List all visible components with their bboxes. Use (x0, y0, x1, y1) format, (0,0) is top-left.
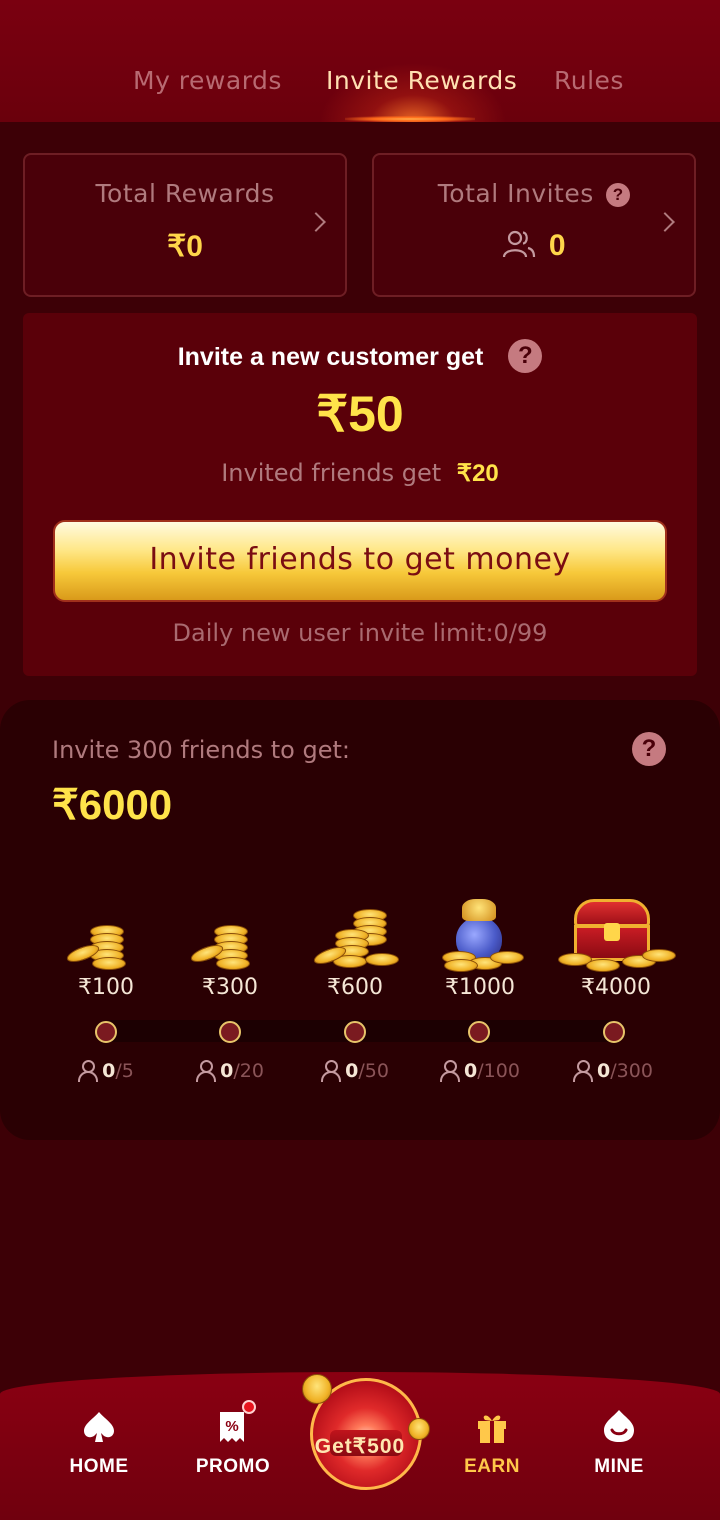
invite-title: Invite a new customer get (177, 343, 484, 371)
total-rewards-card[interactable]: Total Rewards ₹0 (23, 153, 347, 297)
money-bag-icon (420, 895, 540, 975)
invite-amount: ₹50 (316, 386, 404, 442)
person-icon (196, 1060, 217, 1082)
milestone-dot (603, 1021, 625, 1043)
milestones-title: Invite 300 friends to get: (52, 736, 350, 764)
milestone-count: 0/100 (420, 1060, 540, 1082)
nav-earn-label: EARN (464, 1456, 520, 1477)
coin-icon (302, 1374, 332, 1404)
daily-limit-text: Daily new user invite limit:0/99 (172, 619, 548, 647)
milestone-dot (219, 1021, 241, 1043)
person-icon (78, 1060, 99, 1082)
person-icon (440, 1060, 461, 1082)
milestone-reward: ₹300 (170, 895, 290, 1000)
friend-reward-amount: ₹20 (456, 460, 499, 487)
milestones-total: ₹6000 (52, 781, 173, 828)
milestone-reward: ₹1000 (420, 895, 540, 1000)
milestone-reward-value: ₹100 (78, 975, 134, 1000)
person-icon (321, 1060, 342, 1082)
total-rewards-label: Total Rewards (95, 179, 275, 208)
nav-mine-label: MINE (594, 1456, 644, 1477)
milestone-reward-value: ₹600 (327, 975, 383, 1000)
coin-pile-icon (295, 895, 415, 975)
friend-reward-row: Invited friends get ₹20 (23, 459, 697, 488)
invite-panel: Invite a new customer get ? ₹50 Invited … (23, 313, 697, 676)
friend-reward-label: Invited friends get (221, 459, 442, 487)
tab-rules[interactable]: Rules (554, 66, 624, 95)
tab-invite-rewards[interactable]: Invite Rewards (326, 66, 517, 95)
users-icon (503, 230, 536, 258)
nav-promo-label: PROMO (195, 1456, 271, 1477)
nav-home-label: HOME (69, 1456, 129, 1477)
invite-friends-button[interactable]: Invite friends to get money (53, 520, 667, 602)
milestones-help: ? (628, 732, 666, 766)
total-invites-label-row: Total Invites ? (374, 179, 694, 208)
total-invites-value-row: 0 (374, 229, 694, 263)
milestone-reward-value: ₹4000 (581, 975, 651, 1000)
svg-text:%: % (225, 1418, 238, 1435)
milestone-reward-value: ₹1000 (445, 975, 515, 1000)
milestone-count: 0/5 (46, 1060, 166, 1082)
top-header: My rewards Invite Rewards Rules (0, 0, 720, 122)
help-icon[interactable]: ? (632, 732, 666, 766)
total-rewards-value: ₹0 (167, 230, 203, 263)
milestone-dot (468, 1021, 490, 1043)
treasure-chest-icon (556, 895, 676, 975)
milestone-dot (95, 1021, 117, 1043)
total-invites-value: 0 (548, 229, 566, 262)
coin-stack-icon (170, 895, 290, 975)
milestone-reward: ₹600 (295, 895, 415, 1000)
notification-dot (242, 1400, 256, 1414)
milestone-reward: ₹4000 (556, 895, 676, 1000)
milestone-count: 0/300 (553, 1060, 673, 1082)
person-icon (573, 1060, 594, 1082)
tab-bar: My rewards Invite Rewards Rules (0, 58, 720, 122)
tab-my-rewards[interactable]: My rewards (133, 66, 282, 95)
total-invites-card[interactable]: Total Invites ? 0 (372, 153, 696, 297)
coin-stack-icon (46, 895, 166, 975)
invite-title-row: Invite a new customer get ? (23, 339, 697, 373)
milestone-count: 0/50 (295, 1060, 415, 1082)
total-invites-label: Total Invites (437, 179, 594, 208)
wheel-label[interactable]: Get₹500 (0, 1434, 720, 1459)
help-icon[interactable]: ? (606, 183, 631, 207)
help-icon[interactable]: ? (508, 339, 543, 373)
milestones-panel: Invite 300 friends to get: ? ₹6000 ₹100 … (0, 700, 720, 1140)
milestone-count: 0/20 (170, 1060, 290, 1082)
milestone-dot (344, 1021, 366, 1043)
milestone-reward-value: ₹300 (202, 975, 258, 1000)
milestone-reward: ₹100 (46, 895, 166, 1000)
